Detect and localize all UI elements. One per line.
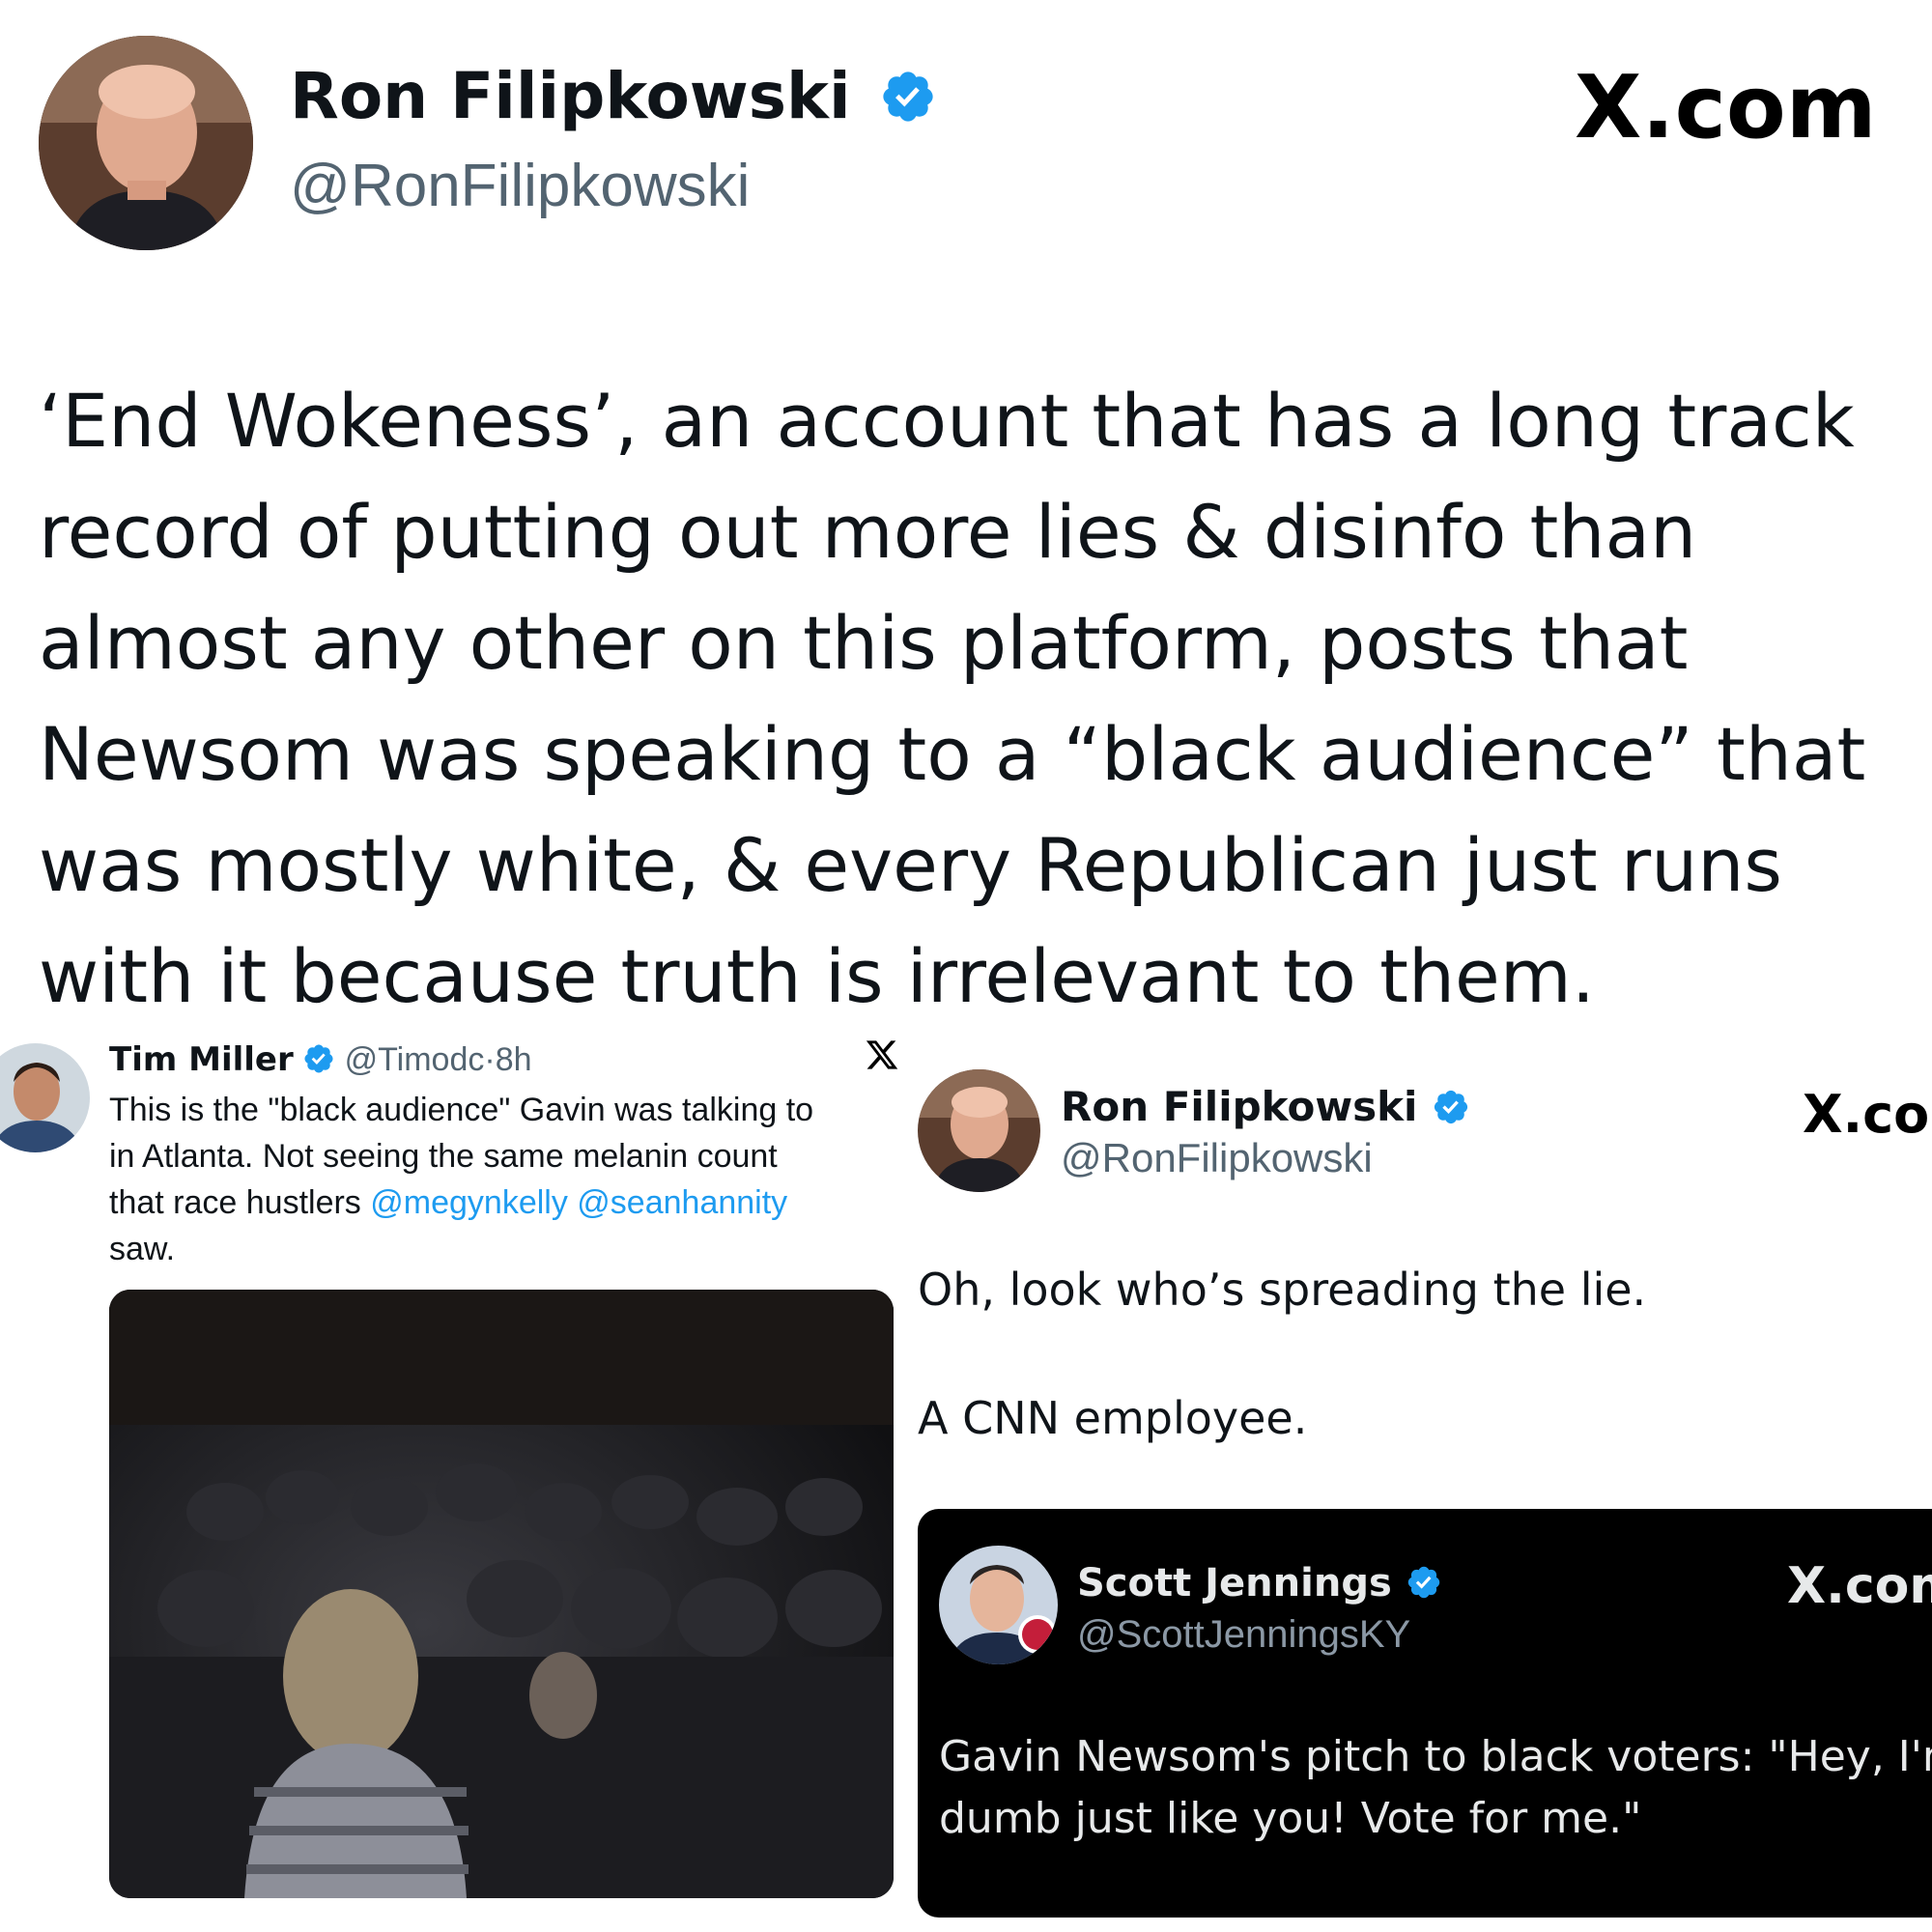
avatar-portrait-icon <box>939 1546 1058 1664</box>
reply-site-label-clip: X.com <box>1803 1084 1932 1151</box>
embedded-tweet-header: Tim Miller @Timodc·8h <box>109 1038 532 1082</box>
x-logo-icon <box>865 1036 903 1079</box>
quoted-author-name[interactable]: Scott Jennings <box>1077 1561 1392 1605</box>
avatar-portrait-icon <box>918 1069 1040 1192</box>
site-label-x-com: X.com <box>1803 1084 1932 1145</box>
body-line: with it because truth is irrelevant to t… <box>39 933 1595 1019</box>
body-line: record of putting out more lies & disinf… <box>39 489 1697 575</box>
mention-seanhannity[interactable]: @seanhannity <box>577 1184 787 1221</box>
body-line: ‘End Wokeness’, an account that has a lo… <box>39 378 1855 464</box>
reply-text-line: A CNN employee. <box>918 1392 1308 1444</box>
quoted-post-card[interactable]: Scott Jennings @ScottJenningsKY X.com Ga… <box>918 1509 1932 1918</box>
quoted-text-line: Gavin Newsom's pitch to black voters: "H… <box>939 1732 1932 1781</box>
quoted-author-handle[interactable]: @ScottJenningsKY <box>1077 1610 1410 1659</box>
quoted-text-line: dumb just like you! Vote for me." <box>939 1794 1642 1843</box>
embedded-video-thumbnail[interactable] <box>109 1290 894 1898</box>
embedded-time[interactable]: 8h <box>496 1041 532 1078</box>
reply-text-line: Oh, look who’s spreading the lie. <box>918 1264 1647 1316</box>
embedded-text-line: that race hustlers <box>109 1184 371 1221</box>
embedded-text-line: This is the "black audience" Gavin was t… <box>109 1092 814 1128</box>
site-label-x-com: X.com <box>1787 1557 1932 1615</box>
avatar-portrait-icon <box>39 36 253 250</box>
avatar-scott-jennings[interactable] <box>939 1546 1058 1664</box>
site-label-x-com: X.com <box>1575 57 1877 158</box>
embedded-text-line: saw. <box>109 1231 176 1267</box>
body-line: was mostly white, & every Republican jus… <box>39 822 1782 908</box>
main-post-body: ‘End Wokeness’, an account that has a lo… <box>39 365 1922 1032</box>
verified-badge-icon <box>882 71 933 122</box>
avatar-ron-filipkowski[interactable] <box>39 36 253 250</box>
mention-megynkelly[interactable]: @megynkelly <box>370 1184 568 1221</box>
author-handle[interactable]: @RonFilipkowski <box>290 150 750 223</box>
reply-author-name[interactable]: Ron Filipkowski <box>1061 1083 1417 1130</box>
meta-separator: · <box>484 1041 496 1078</box>
embedded-author-handle[interactable]: @Timodc <box>345 1041 485 1078</box>
crowd-video-still-icon <box>109 1290 894 1898</box>
embedded-text-line: in Atlanta. Not seeing the same melanin … <box>109 1138 778 1175</box>
avatar-portrait-icon <box>0 1043 90 1152</box>
verified-badge-icon <box>304 1044 333 1073</box>
avatar-ron-filipkowski-reply[interactable] <box>918 1069 1040 1192</box>
embedded-tweet-text: This is the "black audience" Gavin was t… <box>109 1087 901 1272</box>
avatar-tim-miller[interactable] <box>0 1043 90 1152</box>
verified-badge-icon <box>1407 1566 1439 1599</box>
body-line: Newsom was speaking to a “black audience… <box>39 711 1866 797</box>
reply-author-handle[interactable]: @RonFilipkowski <box>1061 1133 1373 1183</box>
author-name[interactable]: Ron Filipkowski <box>290 59 851 133</box>
body-line: almost any other on this platform, posts… <box>39 600 1689 686</box>
embedded-author-name[interactable]: Tim Miller <box>109 1040 294 1079</box>
verified-badge-icon <box>1434 1090 1468 1123</box>
